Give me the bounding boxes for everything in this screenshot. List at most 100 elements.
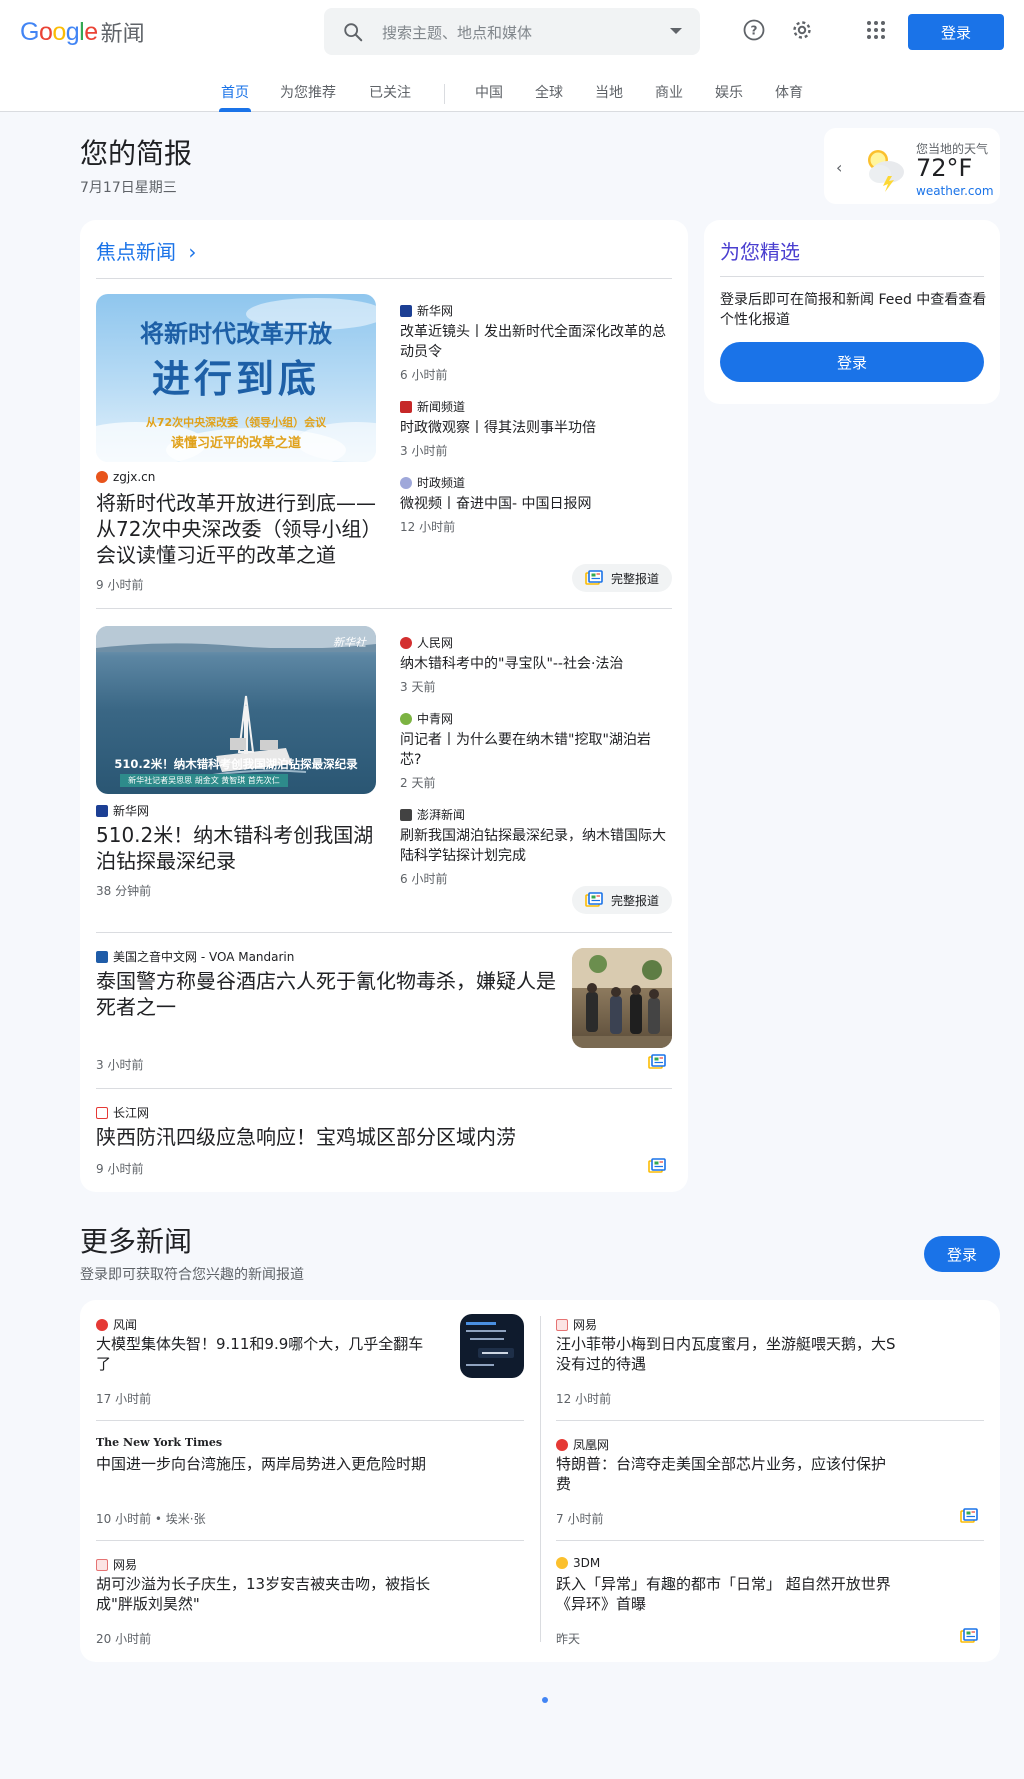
story-headline[interactable]: 胡可沙溢为长子庆生，13岁安吉被夹击吻，被指长成"胖版刘昊然" [96,1574,436,1614]
source-label: 网易 [573,1318,598,1332]
full-coverage-icon[interactable] [648,1054,666,1070]
signin-button[interactable]: 登录 [908,14,1004,50]
source-label: 新闻频道 [417,400,466,414]
full-coverage-icon[interactable] [960,1508,978,1524]
source-label: 长江网 [113,1106,150,1120]
story-headline[interactable]: 特朗普：台湾夺走美国全部芯片业务，应该付保护费 [556,1454,896,1494]
story-headline[interactable]: 中国进一步向台湾施压，两岸局势进入更危险时期 [96,1454,436,1474]
source-label: 3DM [573,1556,601,1570]
source-youth[interactable]: 中青网 [400,710,453,727]
story-time: 3 小时前 [96,1058,144,1072]
tab-local[interactable]: 当地 [595,82,623,112]
logo-word: Google [20,17,98,46]
source-voa[interactable]: 美国之音中文网 - VOA Mandarin [96,948,294,965]
3dm-icon [556,1557,568,1569]
picks-text: 登录后即可在简报和新闻 Feed 中查看查看个性化报道 [720,292,987,328]
gear-icon[interactable] [790,18,814,42]
tab-following[interactable]: 已关注 [369,82,411,112]
related-headline[interactable]: 问记者丨为什么要在纳木错"挖取"湖泊岩芯? [400,730,672,770]
story-image-bangkok[interactable] [572,948,672,1048]
picks-title: 为您精选 [720,240,800,264]
search-icon[interactable] [342,21,364,43]
source-nyt[interactable]: The New York Times [96,1436,222,1449]
story-headline[interactable]: 跃入「异常」有趣的都市「日常」 超自然开放世界《异环》首曝 [556,1574,896,1614]
svg-text:?: ? [751,24,758,38]
source-3dm[interactable]: 3DM [556,1556,600,1570]
youth-icon [400,712,412,725]
image-subcaption: 新华社记者吴思思 胡金文 黄智琪 首先次仁 [120,774,288,787]
story-headline[interactable]: 将新时代改革开放进行到底——从72次中央深改委（领导小组）会议读懂习近平的改革之… [96,490,380,568]
more-news-signin-button[interactable]: 登录 [924,1236,1000,1272]
related-headline[interactable]: 时政微观察丨得其法则事半功倍 [400,418,672,438]
story-image-drilling[interactable]: 新华社 510.2米！纳木错科考创我国湖泊钻探最深纪录 新华社记者吴思思 胡金文… [96,626,376,794]
tab-world[interactable]: 全球 [535,82,563,112]
chevron-left-icon[interactable]: ‹ [836,158,842,177]
image-caption: 510.2米！纳木错科考创我国湖泊钻探最深纪录 [114,757,358,771]
help-icon[interactable]: ? [742,18,766,42]
source-thepaper[interactable]: 澎湃新闻 [400,806,465,823]
related-time: 3 天前 [400,680,436,694]
weather-temp: 72°F [916,154,973,182]
related-headline[interactable]: 改革近镜头丨发出新时代全面深化改革的总动员令 [400,322,672,362]
full-coverage-label: 完整报道 [610,893,659,908]
source-people[interactable]: 人民网 [400,634,453,651]
source-label: 新华网 [113,804,150,818]
story-headline[interactable]: 510.2米！纳木错科考创我国湖泊钻探最深纪录 [96,822,376,874]
chevron-down-icon[interactable] [670,28,682,34]
image-text-line-4: 读懂习近平的改革之道 [170,436,301,451]
full-coverage-icon[interactable] [960,1628,978,1644]
source-label: 新华网 [417,304,454,318]
thepaper-icon [400,808,412,821]
story-time: 12 小时前 [556,1392,612,1406]
top-stories-title: 焦点新闻 [96,240,176,264]
nav-divider [444,84,445,104]
source-label: 人民网 [417,636,454,650]
top-stories-link[interactable]: 焦点新闻 › [96,236,196,265]
search-box[interactable]: 搜索主题、地点和媒体 [324,8,700,55]
source-163[interactable]: 网易 [96,1556,137,1573]
story-headline[interactable]: 陕西防汛四级应急响应！宝鸡城区部分区域内涝 [96,1124,596,1150]
related-headline[interactable]: 纳木错科考中的"寻宝队"--社会·法治 [400,654,672,674]
top-bar: Google 新闻 搜索主题、地点和媒体 ? 登录 首页 为您推荐 已关注 中国… [0,0,1024,112]
related-time: 12 小时前 [400,520,456,534]
story-image-reform[interactable]: 将新时代改革开放 进行到底 从72次中央深改委（领导小组）会议 读懂习近平的改革… [96,294,376,462]
related-headline[interactable]: 刷新我国湖泊钻探最深纪录，纳木错国际大陆科学钻探计划完成 [400,826,672,866]
tab-china[interactable]: 中国 [475,82,503,112]
chevron-right-icon: › [188,240,197,264]
source-politics-channel[interactable]: 时政频道 [400,474,465,491]
story-headline[interactable]: 汪小菲带小梅到日内瓦度蜜月，坐游艇喂天鹅，大S没有过的待遇 [556,1334,896,1374]
related-headline[interactable]: 微视频丨奋进中国- 中国日报网 [400,494,672,514]
full-coverage-icon[interactable] [648,1158,666,1174]
tab-sports[interactable]: 体育 [775,82,803,112]
source-fengwen[interactable]: 风闻 [96,1316,137,1333]
tab-business[interactable]: 商业 [655,82,683,112]
tab-entertainment[interactable]: 娱乐 [715,82,743,112]
zgjx-icon [96,471,108,483]
story-headline[interactable]: 泰国警方称曼谷酒店六人死于氰化物毒杀，嫌疑人是死者之一 [96,968,566,1020]
tab-for-you[interactable]: 为您推荐 [280,82,336,112]
full-coverage-button[interactable]: 完整报道 [572,564,672,592]
source-xinhua[interactable]: 新华网 [400,302,453,319]
full-coverage-button[interactable]: 完整报道 [572,886,672,914]
cjn-icon [96,1106,108,1119]
picks-signin-button[interactable]: 登录 [720,342,984,382]
story-time: 20 小时前 [96,1632,152,1646]
source-xinhua[interactable]: 新华网 [96,802,149,819]
xinhua-icon [400,304,412,317]
apps-grid-icon[interactable] [864,18,888,42]
source-163[interactable]: 网易 [556,1316,597,1333]
source-ifeng[interactable]: 凤凰网 [556,1436,609,1453]
divider [556,1420,984,1421]
source-zgjx[interactable]: zgjx.cn [96,470,155,484]
weather-widget[interactable]: ‹ 您当地的天气 72°F weather.com [824,128,1000,204]
tab-home[interactable]: 首页 [219,82,251,112]
story-headline[interactable]: 大模型集体失智！9.11和9.9哪个大，几乎全翻车了 [96,1334,436,1374]
weather-source-link[interactable]: weather.com [916,184,994,198]
source-cjn[interactable]: 长江网 [96,1104,149,1121]
image-text-line-2: 进行到底 [151,356,320,401]
google-news-logo[interactable]: Google 新闻 [20,16,145,48]
news-channel-icon [400,400,412,413]
story-image-llm[interactable] [460,1314,524,1378]
story-time: 38 分钟前 [96,884,152,898]
source-news-channel[interactable]: 新闻频道 [400,398,465,415]
